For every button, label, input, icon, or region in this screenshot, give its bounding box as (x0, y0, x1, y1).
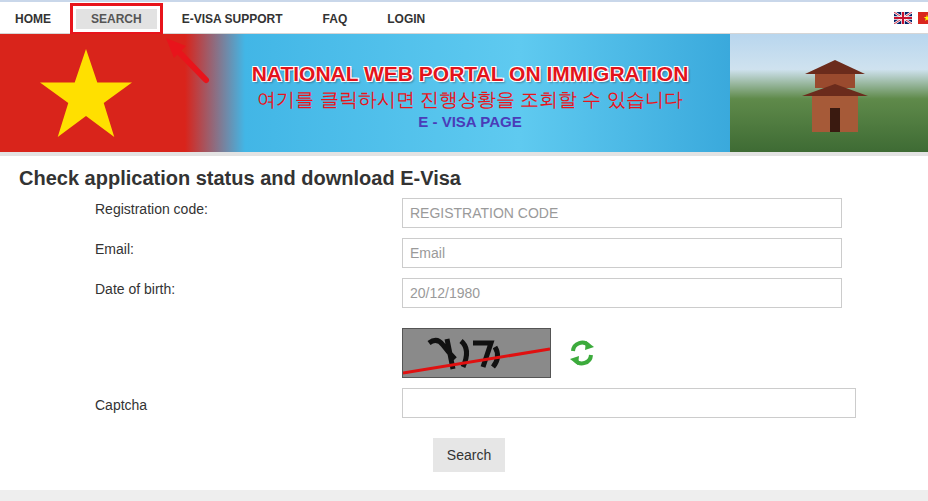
nav-link[interactable]: LOGIN (372, 9, 440, 29)
nav-item: SEARCH (76, 6, 157, 30)
refresh-icon[interactable] (567, 338, 597, 368)
nav-link[interactable]: HOME (0, 9, 66, 29)
nav-menu: HOME SEARCH E-VISA SUPPORT FAQ LOGIN (0, 6, 440, 30)
captcha-input-row: Captcha (0, 388, 928, 418)
nav-item: LOGIN (372, 6, 440, 30)
nav-link[interactable]: E-VISA SUPPORT (167, 9, 298, 29)
nav-link[interactable]: SEARCH (76, 9, 157, 29)
banner-subtitle: E - VISA PAGE (418, 112, 521, 132)
nav-link[interactable]: FAQ (308, 9, 363, 29)
field-row: Registration code: (0, 198, 928, 228)
form-title: Check application status and download E-… (19, 166, 928, 190)
button-row: Search (0, 438, 928, 472)
field-label: Registration code: (95, 198, 402, 228)
captcha-noise-icon (403, 329, 550, 377)
captcha-image (402, 328, 551, 378)
field-list: Registration code: Email: Date of birth: (0, 198, 928, 308)
temple-icon (800, 52, 870, 132)
nav-item: HOME (0, 6, 66, 30)
field-input[interactable] (402, 238, 842, 268)
captcha-input[interactable] (402, 388, 856, 418)
flag-area (0, 34, 210, 152)
field-label: Email: (95, 238, 402, 268)
spacer (95, 328, 402, 378)
uk-flag-icon[interactable] (894, 12, 912, 24)
vietnam-flag-icon[interactable] (918, 12, 928, 24)
field-input[interactable] (402, 278, 842, 308)
nav-item: E-VISA SUPPORT (167, 6, 298, 30)
captcha-group (402, 328, 597, 378)
field-row: Email: (0, 238, 928, 268)
footer-band (0, 490, 928, 501)
nav-item: FAQ (308, 6, 363, 30)
field-label: Date of birth: (95, 278, 402, 308)
annotation-arrow-icon (0, 0, 260, 110)
temple-photo (730, 34, 928, 152)
spacer (95, 438, 402, 472)
banner-title: NATIONAL WEB PORTAL ON IMMIGRATION (252, 60, 689, 88)
field-row: Date of birth: (0, 278, 928, 308)
field-input[interactable] (402, 198, 842, 228)
search-form: Check application status and download E-… (0, 166, 928, 472)
star-icon (38, 47, 134, 139)
search-button[interactable]: Search (433, 438, 505, 472)
banner: NATIONAL WEB PORTAL ON IMMIGRATION 여기를 클… (0, 34, 928, 152)
banner-text: NATIONAL WEB PORTAL ON IMMIGRATION 여기를 클… (210, 34, 730, 152)
annotation-text: 여기를 클릭하시면 진행상황을 조회할 수 있습니다 (257, 88, 682, 112)
captcha-row (0, 328, 928, 378)
captcha-label: Captcha (95, 388, 402, 418)
language-switcher (894, 12, 928, 24)
top-nav: HOME SEARCH E-VISA SUPPORT FAQ LOGIN (0, 0, 928, 34)
separator (0, 152, 928, 156)
